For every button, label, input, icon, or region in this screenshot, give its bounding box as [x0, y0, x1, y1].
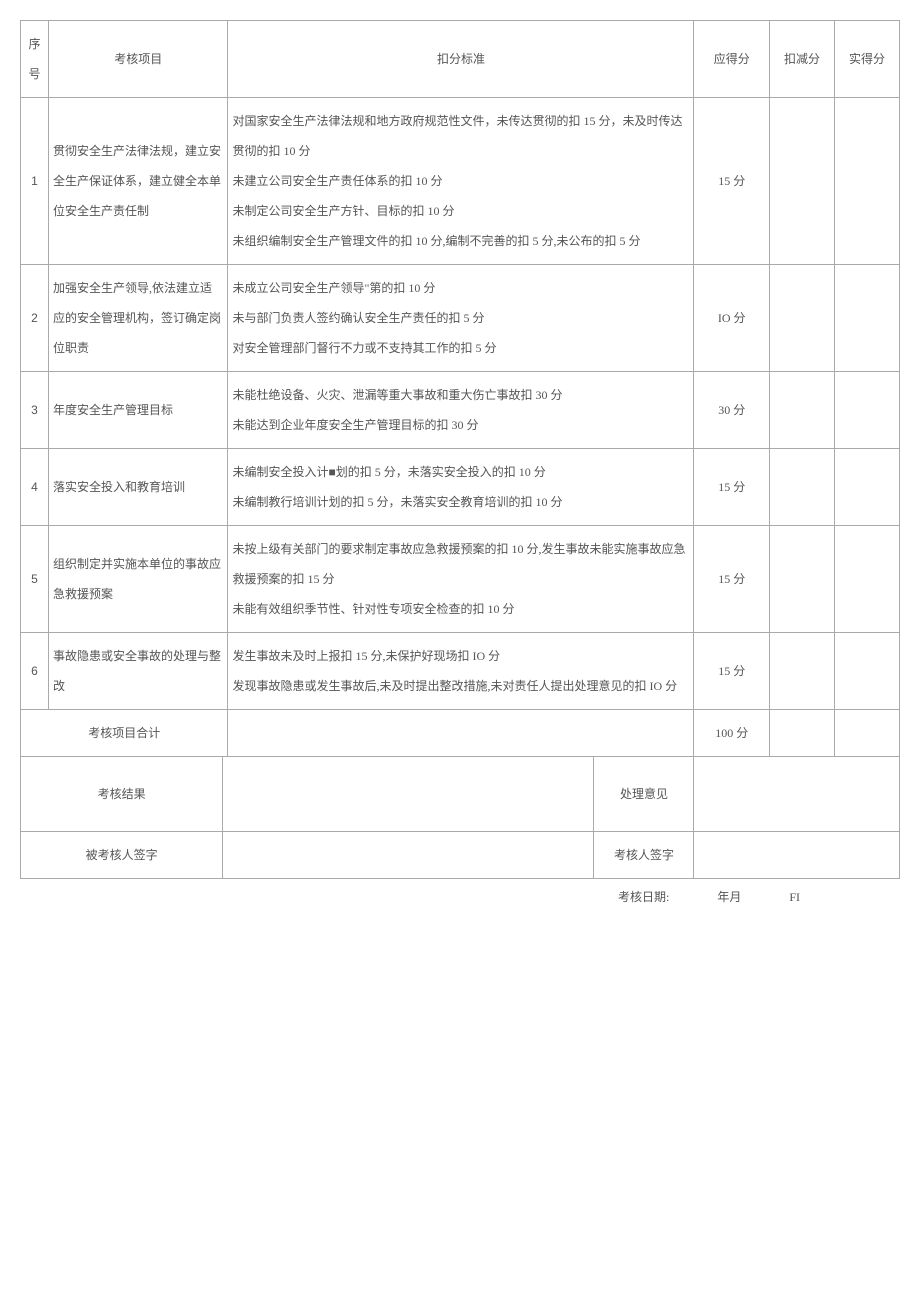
total-actual: [835, 710, 900, 757]
header-row: 序号 考核项目 扣分标准 应得分 扣减分 实得分: [21, 21, 900, 98]
date-label: 考核日期:: [618, 890, 669, 904]
date-line: 考核日期: 年月 FI: [20, 879, 900, 909]
row-deduct: [770, 526, 835, 633]
row-score: 15 分: [694, 526, 770, 633]
row-actual: [835, 526, 900, 633]
row-num: 6: [21, 633, 49, 710]
header-standard: 扣分标准: [228, 21, 694, 98]
row-item: 年度安全生产管理目标: [49, 372, 228, 449]
examinee-sig-label: 被考核人签字: [21, 832, 223, 879]
row-score: 15 分: [694, 633, 770, 710]
table-row: 6 事故隐患或安全事故的处理与整改 发生事故未及时上报扣 15 分,未保护好现场…: [21, 633, 900, 710]
signature-row: 被考核人签字 考核人签字: [21, 832, 900, 879]
row-item: 事故隐患或安全事故的处理与整改: [49, 633, 228, 710]
total-standard-blank: [228, 710, 694, 757]
table-row: 2 加强安全生产领导,依法建立适应的安全管理机构，签订确定岗位职责 未成立公司安…: [21, 265, 900, 372]
header-num: 序号: [21, 21, 49, 98]
row-num: 2: [21, 265, 49, 372]
row-standard: 未成立公司安全生产领导"第的扣 10 分未与部门负责人签约确认安全生产责任的扣 …: [228, 265, 694, 372]
examinee-sig-value: [223, 832, 594, 879]
row-deduct: [770, 633, 835, 710]
result-row: 考核结果 处理意见: [21, 757, 900, 832]
row-standard: 未编制安全投入计■划的扣 5 分，未落实安全投入的扣 10 分未编制教行培训计划…: [228, 449, 694, 526]
assessment-table: 序号 考核项目 扣分标准 应得分 扣减分 实得分 1 贯彻安全生产法律法规，建立…: [20, 20, 900, 879]
row-num: 4: [21, 449, 49, 526]
row-score: IO 分: [694, 265, 770, 372]
opinion-value: [694, 757, 900, 832]
table-row: 1 贯彻安全生产法律法规，建立安全生产保证体系，建立健全本单位安全生产责任制 对…: [21, 98, 900, 265]
row-actual: [835, 449, 900, 526]
result-label: 考核结果: [21, 757, 223, 832]
row-deduct: [770, 449, 835, 526]
table-row: 3 年度安全生产管理目标 未能杜绝设备、火灾、泄漏等重大事故和重大伤亡事故扣 3…: [21, 372, 900, 449]
row-score: 15 分: [694, 98, 770, 265]
row-num: 5: [21, 526, 49, 633]
row-num: 1: [21, 98, 49, 265]
total-deduct: [770, 710, 835, 757]
table-row: 4 落实安全投入和教育培训 未编制安全投入计■划的扣 5 分，未落实安全投入的扣…: [21, 449, 900, 526]
examiner-sig-label: 考核人签字: [594, 832, 694, 879]
header-item: 考核项目: [49, 21, 228, 98]
row-item: 组织制定并实施本单位的事故应急救援预案: [49, 526, 228, 633]
row-standard: 对国家安全生产法律法规和地方政府规范性文件，未传达贯彻的扣 15 分，未及时传达…: [228, 98, 694, 265]
total-label: 考核项目合计: [21, 710, 228, 757]
row-item: 加强安全生产领导,依法建立适应的安全管理机构，签订确定岗位职责: [49, 265, 228, 372]
opinion-label: 处理意见: [594, 757, 694, 832]
row-item: 落实安全投入和教育培训: [49, 449, 228, 526]
header-deduct: 扣减分: [770, 21, 835, 98]
row-deduct: [770, 98, 835, 265]
header-score: 应得分: [694, 21, 770, 98]
examiner-sig-value: [694, 832, 900, 879]
row-actual: [835, 265, 900, 372]
row-actual: [835, 372, 900, 449]
row-deduct: [770, 372, 835, 449]
row-score: 30 分: [694, 372, 770, 449]
row-standard: 未按上级有关部门的要求制定事故应急救援预案的扣 10 分,发生事故未能实施事故应…: [228, 526, 694, 633]
total-score: 100 分: [694, 710, 770, 757]
row-standard: 未能杜绝设备、火灾、泄漏等重大事故和重大伤亡事故扣 30 分未能达到企业年度安全…: [228, 372, 694, 449]
row-actual: [835, 633, 900, 710]
row-num: 3: [21, 372, 49, 449]
row-standard: 发生事故未及时上报扣 15 分,未保护好现场扣 IO 分发现事故隐患或发生事故后…: [228, 633, 694, 710]
row-score: 15 分: [694, 449, 770, 526]
header-actual: 实得分: [835, 21, 900, 98]
total-row: 考核项目合计 100 分: [21, 710, 900, 757]
row-actual: [835, 98, 900, 265]
result-value: [223, 757, 594, 832]
date-fi: FI: [789, 890, 800, 904]
date-ym: 年月: [717, 890, 741, 904]
row-item: 贯彻安全生产法律法规，建立安全生产保证体系，建立健全本单位安全生产责任制: [49, 98, 228, 265]
table-row: 5 组织制定并实施本单位的事故应急救援预案 未按上级有关部门的要求制定事故应急救…: [21, 526, 900, 633]
row-deduct: [770, 265, 835, 372]
